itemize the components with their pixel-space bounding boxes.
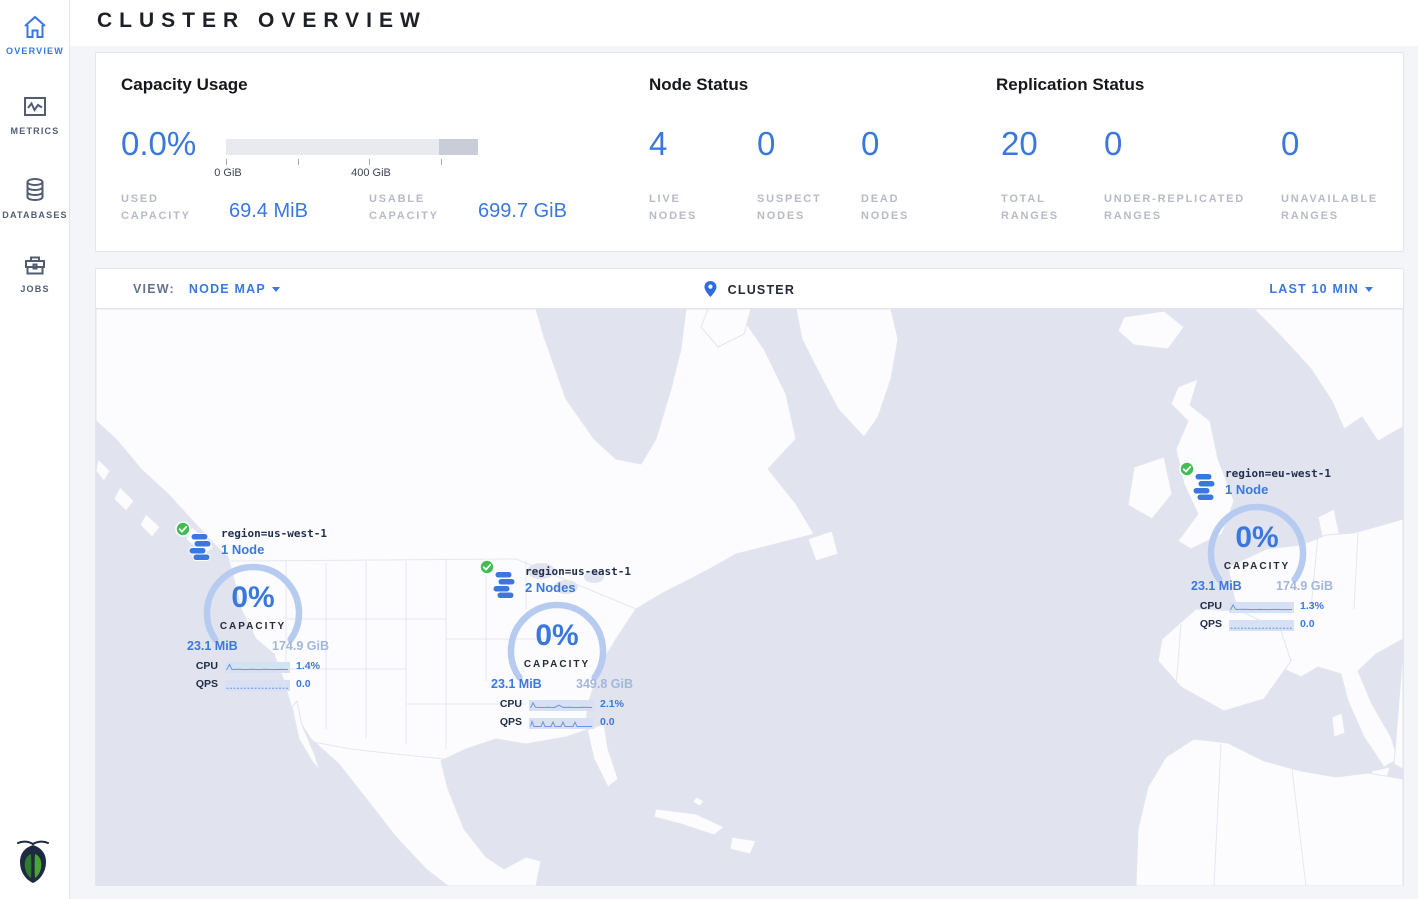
usable-capacity-label: USABLE CAPACITY: [369, 191, 461, 225]
database-icon: [0, 176, 70, 204]
usable-capacity-value: 699.7 GiB: [478, 200, 567, 223]
dead-nodes-value: 0: [861, 125, 879, 163]
capacity-percent: 0%: [195, 581, 311, 615]
unavailable-ranges-value: 0: [1281, 125, 1299, 163]
cpu-value: 2.1%: [600, 698, 624, 710]
sidebar-item-label: METRICS: [0, 126, 70, 136]
capacity-bar-reserved-segment: [439, 139, 478, 155]
time-range-selector[interactable]: LAST 10 MIN: [1269, 282, 1359, 296]
chevron-down-icon[interactable]: [1365, 287, 1373, 292]
used-capacity-value: 69.4 MiB: [229, 200, 308, 223]
qps-label: QPS: [488, 716, 522, 728]
sidebar-item-overview[interactable]: OVERVIEW: [0, 14, 70, 56]
capacity-percent: 0%: [1199, 521, 1315, 555]
cpu-label: CPU: [184, 660, 218, 672]
cpu-value: 1.4%: [296, 660, 320, 672]
cockroachdb-logo: [14, 840, 52, 891]
capacity-usage-title: Capacity Usage: [121, 75, 248, 95]
sidebar-item-label: DATABASES: [0, 210, 70, 220]
capacity-tick: [298, 159, 299, 165]
qps-label: QPS: [1188, 618, 1222, 630]
capacity-used-percent: 0.0%: [121, 125, 196, 163]
cpu-value: 1.3%: [1300, 600, 1324, 612]
under-replicated-ranges-value: 0: [1104, 125, 1122, 163]
qps-value: 0.0: [600, 716, 615, 728]
usable-value: 174.9 GiB: [272, 639, 329, 653]
capacity-caption: CAPACITY: [499, 659, 615, 670]
node-map: region=us-west-1 1 Node 0% CAPACITY 23.1…: [96, 309, 1403, 886]
home-icon: [0, 14, 70, 40]
chevron-down-icon[interactable]: [272, 287, 280, 292]
cpu-label: CPU: [1188, 600, 1222, 612]
page-title: CLUSTER OVERVIEW: [97, 9, 427, 33]
dead-nodes-label: DEAD NODES: [861, 191, 925, 225]
qps-sparkline: [1229, 618, 1294, 636]
briefcase-icon: [0, 252, 70, 278]
sidebar-item-metrics[interactable]: METRICS: [0, 94, 70, 136]
suspect-nodes-label: SUSPECT NODES: [757, 191, 835, 225]
capacity-caption: CAPACITY: [1199, 561, 1315, 572]
qps-label: QPS: [184, 678, 218, 690]
suspect-nodes-value: 0: [757, 125, 775, 163]
sidebar-item-label: JOBS: [0, 284, 70, 294]
live-nodes-label: LIVE NODES: [649, 191, 713, 225]
sidebar-item-label: OVERVIEW: [0, 46, 70, 56]
sidebar-item-databases[interactable]: DATABASES: [0, 176, 70, 220]
capacity-tick: [369, 159, 370, 165]
sidebar-item-jobs[interactable]: JOBS: [0, 252, 70, 294]
used-value: 23.1 MiB: [1191, 579, 1242, 593]
main-content: CLUSTER OVERVIEW Capacity Usage 0.0% 0 G…: [70, 0, 1418, 899]
breadcrumb-cluster[interactable]: CLUSTER: [728, 283, 795, 297]
qps-sparkline: [225, 678, 290, 696]
under-replicated-ranges-label: UNDER-REPLICATED RANGES: [1104, 191, 1266, 225]
usable-value: 174.9 GiB: [1276, 579, 1333, 593]
usable-value: 349.8 GiB: [576, 677, 633, 691]
view-selector[interactable]: NODE MAP: [189, 282, 266, 296]
node-map-panel: VIEW: NODE MAP CLUSTER LAST 10 MIN: [95, 268, 1404, 886]
capacity-bar: [226, 139, 478, 155]
total-ranges-value: 20: [1001, 125, 1038, 163]
live-nodes-value: 4: [649, 125, 667, 163]
total-ranges-label: TOTAL RANGES: [1001, 191, 1073, 225]
node-status-title: Node Status: [649, 75, 748, 95]
cpu-label: CPU: [488, 698, 522, 710]
qps-value: 0.0: [1300, 618, 1315, 630]
capacity-tick-label: 400 GiB: [351, 167, 391, 179]
cpu-sparkline: [225, 660, 290, 678]
qps-sparkline: [529, 716, 594, 734]
region-label: region=us-west-1: [221, 527, 327, 540]
sidebar: OVERVIEW METRICS DATABASES: [0, 0, 70, 899]
capacity-tick-label: 0 GiB: [214, 167, 242, 179]
capacity-tick: [441, 159, 442, 165]
capacity-percent: 0%: [499, 619, 615, 653]
used-value: 23.1 MiB: [187, 639, 238, 653]
map-toolbar: VIEW: NODE MAP CLUSTER LAST 10 MIN: [96, 269, 1403, 309]
map-pin-icon: [704, 283, 728, 297]
cluster-summary-panel: Capacity Usage 0.0% 0 GiB 400 GiB USED C…: [95, 52, 1404, 252]
used-capacity-label: USED CAPACITY: [121, 191, 213, 225]
capacity-caption: CAPACITY: [195, 621, 311, 632]
cpu-sparkline: [529, 698, 594, 716]
capacity-tick: [226, 159, 227, 165]
unavailable-ranges-label: UNAVAILABLE RANGES: [1281, 191, 1399, 225]
qps-value: 0.0: [296, 678, 311, 690]
replication-status-title: Replication Status: [996, 75, 1144, 95]
metrics-chart-icon: [0, 94, 70, 120]
used-value: 23.1 MiB: [491, 677, 542, 691]
cpu-sparkline: [1229, 600, 1294, 618]
view-label: VIEW:: [133, 282, 175, 296]
region-label: region=us-east-1: [525, 565, 631, 578]
region-label: region=eu-west-1: [1225, 467, 1331, 480]
